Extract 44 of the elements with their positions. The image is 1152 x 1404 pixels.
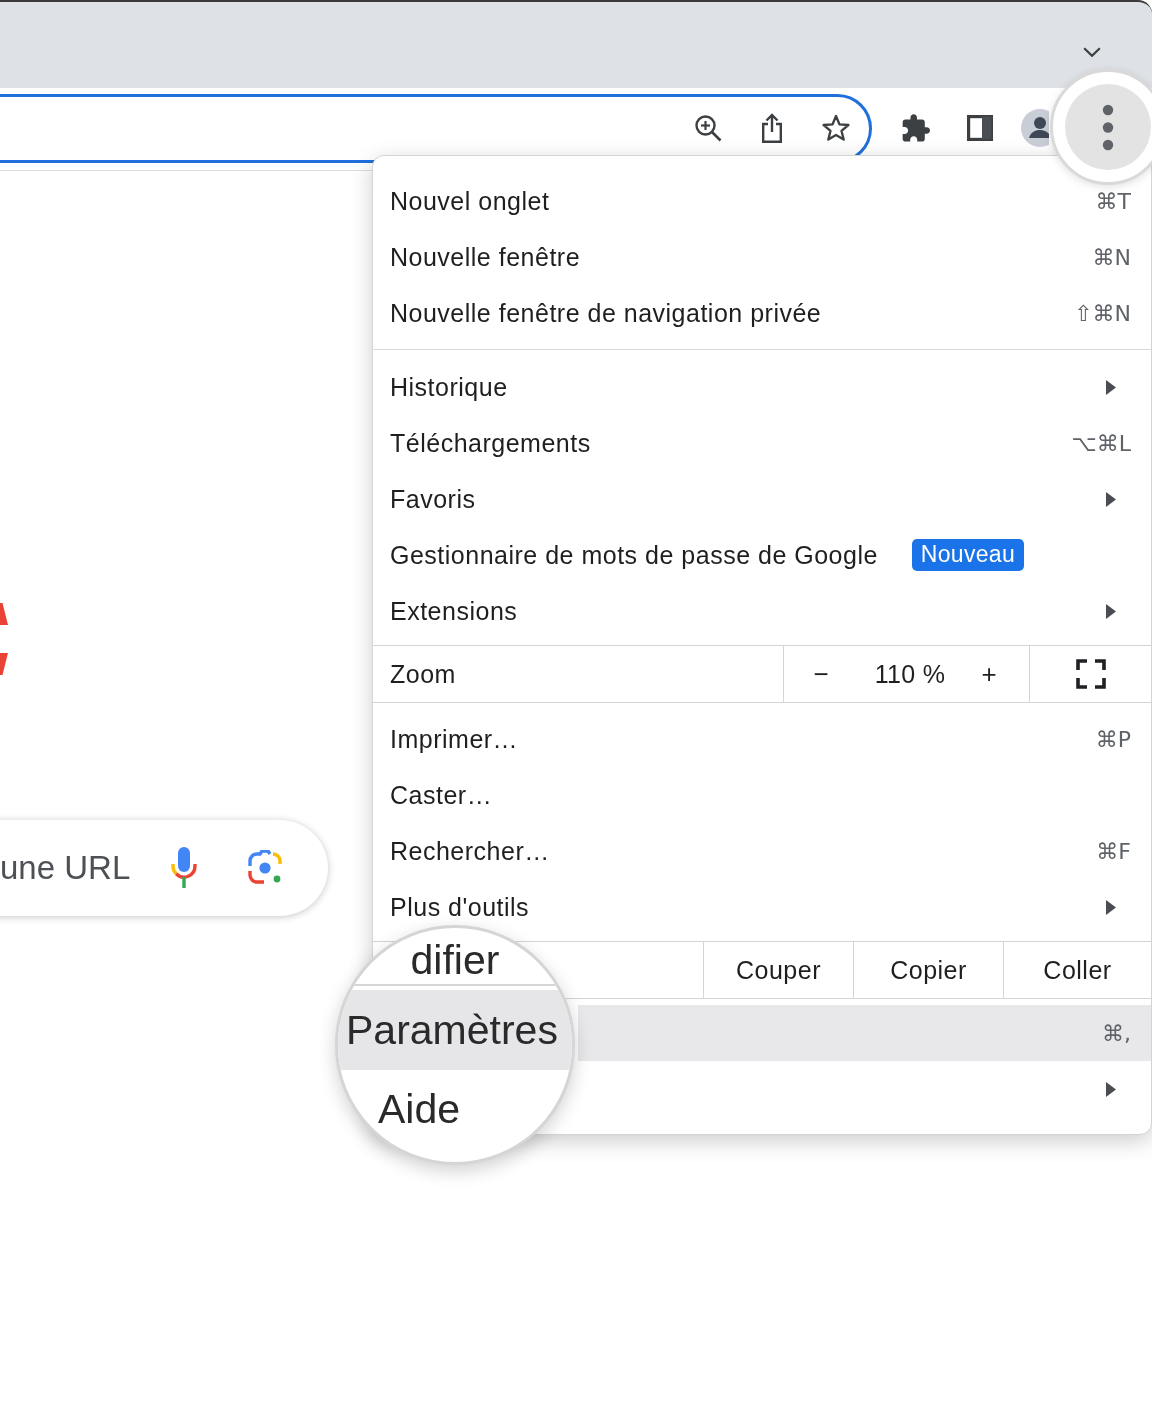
zoom-in-icon[interactable]: [694, 114, 722, 142]
shortcut-text: ⌘N: [1092, 244, 1131, 270]
zoom-out-button[interactable]: −: [784, 646, 858, 702]
shortcut-text: ⇧⌘N: [1074, 300, 1131, 326]
zoom-in-button[interactable]: +: [962, 646, 1016, 702]
menu-item[interactable]: Plus d'outils: [373, 879, 1151, 935]
menu-button[interactable]: [1065, 84, 1151, 170]
star-icon[interactable]: [822, 114, 850, 142]
menu-item[interactable]: Historique: [373, 359, 1151, 415]
menu-item[interactable]: Rechercher… ⌘F: [373, 823, 1151, 879]
menu-item[interactable]: Gestionnaire de mots de passe de Google Nouveau: [373, 527, 1151, 583]
edit-button[interactable]: Coller: [1003, 942, 1151, 998]
shortcut-text: ⌥⌘L: [1071, 430, 1131, 456]
puzzle-piece-icon[interactable]: [902, 114, 930, 142]
menu-item[interactable]: ⌘,: [578, 1005, 1151, 1061]
menu-item[interactable]: Nouvelle fenêtre de navigation privée ⇧⌘N: [373, 285, 1151, 341]
menu-item[interactable]: Favoris: [373, 471, 1151, 527]
shortcut-text: ⌘P: [1095, 726, 1131, 752]
menu-item[interactable]: Nouvel onglet ⌘T: [373, 173, 1151, 229]
magnified-label: difier: [409, 940, 501, 980]
edit-button[interactable]: Couper: [703, 942, 853, 998]
edit-button[interactable]: Copier: [853, 942, 1003, 998]
side-panel-icon[interactable]: [967, 115, 993, 141]
magnified-label: Paramètres: [338, 990, 572, 1070]
menu-item[interactable]: Téléchargements ⌥⌘L: [373, 415, 1151, 471]
logo-fragment-icon: [0, 603, 8, 675]
zoom-level-text: 110 %: [873, 659, 947, 689]
share-icon[interactable]: [761, 113, 783, 143]
shortcut-text: ⌘T: [1095, 188, 1131, 214]
fullscreen-corners-icon: [1075, 659, 1106, 689]
search-input[interactable]: une URL: [0, 849, 136, 887]
menu-item[interactable]: Nouvelle fenêtre ⌘N: [373, 229, 1151, 285]
magnified-label: Aide: [377, 1088, 462, 1130]
menu-item[interactable]: Caster…: [373, 767, 1151, 823]
three-dots-icon: [1102, 103, 1114, 151]
chevron-down-icon[interactable]: [1083, 47, 1101, 57]
menu-item[interactable]: Imprimer… ⌘P: [373, 711, 1151, 767]
shortcut-text: ⌘F: [1096, 838, 1131, 864]
new-badge: Nouveau: [911, 539, 1025, 571]
shortcut-text: ⌘,: [1102, 1020, 1131, 1046]
camera-icon[interactable]: [247, 850, 283, 886]
microphone-icon[interactable]: [170, 847, 198, 889]
zoom-label: Zoom: [390, 659, 456, 689]
menu-item[interactable]: Extensions: [373, 583, 1151, 639]
